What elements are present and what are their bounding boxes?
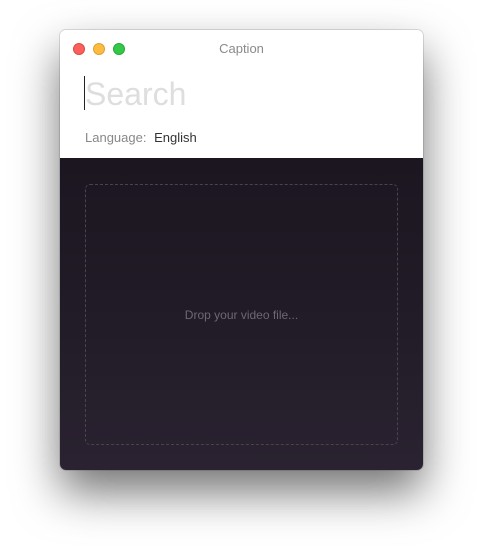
language-selector[interactable]: English (154, 130, 197, 145)
language-label: Language: (85, 130, 147, 145)
drop-zone-text: Drop your video file... (184, 307, 299, 322)
search-input[interactable] (85, 74, 405, 114)
app-window: Caption Language: English Drop your vide… (60, 30, 423, 470)
search-container (60, 68, 423, 120)
language-row: Language: English (60, 120, 423, 160)
drop-area[interactable]: Drop your video file... (60, 158, 423, 470)
window-title: Caption (219, 41, 264, 56)
title-bar[interactable]: Caption (60, 30, 423, 68)
video-drop-zone[interactable]: Drop your video file... (85, 184, 398, 445)
